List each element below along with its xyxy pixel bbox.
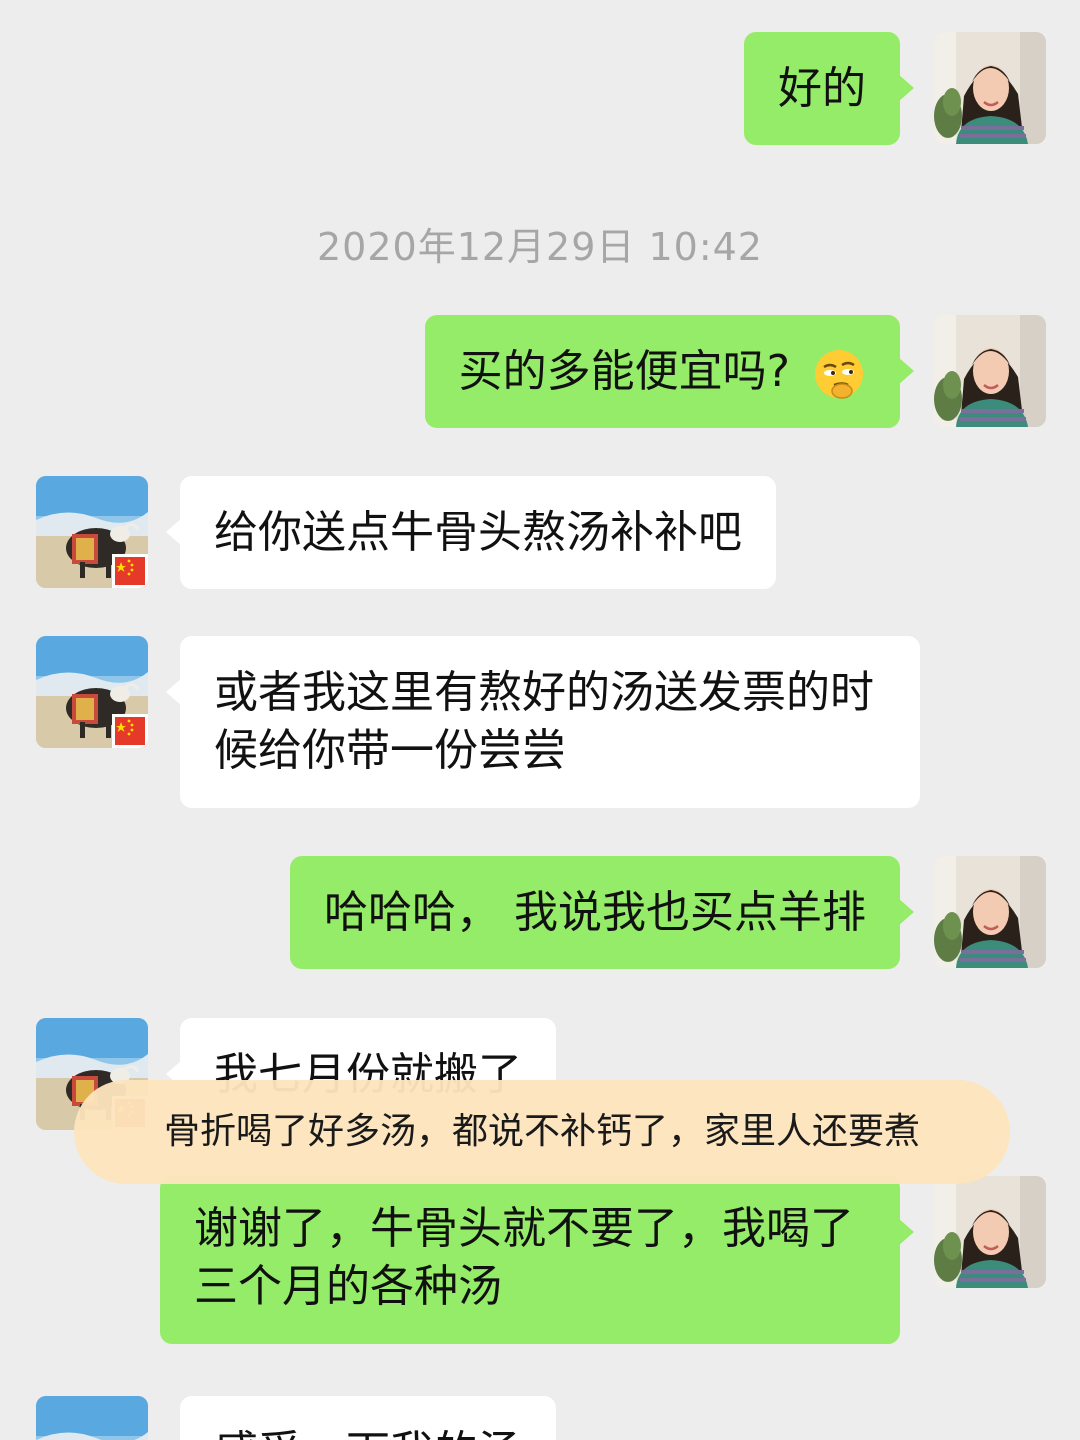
message-bubble-sent[interactable]: 买的多能便宜吗?	[424, 315, 915, 428]
message-bubble-received[interactable]: 给你送点牛骨头熬汤补补吧	[166, 476, 776, 589]
message-text: 买的多能便宜吗?	[458, 346, 790, 397]
video-caption-overlay: 骨折喝了好多汤，都说不补钙了，家里人还要煮	[74, 1080, 1010, 1184]
chat-view[interactable]: 好的 2020年12月29日 10:42 买的多能便宜吗? 给你送点牛骨头熬汤补…	[0, 0, 1080, 1440]
contact-avatar[interactable]	[36, 636, 148, 748]
message-text: 感受一下我的汤	[214, 1427, 522, 1440]
my-avatar[interactable]	[934, 1176, 1046, 1288]
yak-landscape-avatar-icon	[36, 636, 148, 748]
message-bubble-received[interactable]: 或者我这里有熬好的汤送发票的时候给你带一份尝尝	[166, 636, 920, 808]
message-text: 好的	[778, 63, 866, 114]
message-bubble-sent[interactable]: 好的	[744, 32, 914, 145]
smirk-emoji-icon	[815, 350, 863, 399]
my-avatar[interactable]	[934, 315, 1046, 427]
woman-portrait-avatar-icon	[934, 32, 1046, 144]
my-avatar[interactable]	[934, 32, 1046, 144]
woman-portrait-avatar-icon	[934, 856, 1046, 968]
message-text: 哈哈哈， 我说我也买点羊排	[324, 887, 866, 938]
woman-portrait-avatar-icon	[934, 1176, 1046, 1288]
yak-landscape-avatar-icon	[36, 1396, 148, 1440]
contact-avatar[interactable]	[36, 476, 148, 588]
message-bubble-sent[interactable]: 哈哈哈， 我说我也买点羊排	[290, 856, 914, 969]
message-text: 谢谢了，牛骨头就不要了，我喝了三个月的各种汤	[194, 1203, 854, 1312]
my-avatar[interactable]	[934, 856, 1046, 968]
message-bubble-received[interactable]: 感受一下我的汤	[166, 1396, 556, 1440]
message-timestamp: 2020年12月29日 10:42	[316, 225, 763, 269]
message-text: 或者我这里有熬好的汤送发票的时候给你带一份尝尝	[214, 667, 874, 776]
message-text: 给你送点牛骨头熬汤补补吧	[214, 507, 742, 558]
message-bubble-sent[interactable]: 谢谢了，牛骨头就不要了，我喝了三个月的各种汤	[160, 1176, 914, 1344]
contact-avatar[interactable]	[36, 1396, 148, 1440]
woman-portrait-avatar-icon	[934, 315, 1046, 427]
yak-landscape-avatar-icon	[36, 476, 148, 588]
